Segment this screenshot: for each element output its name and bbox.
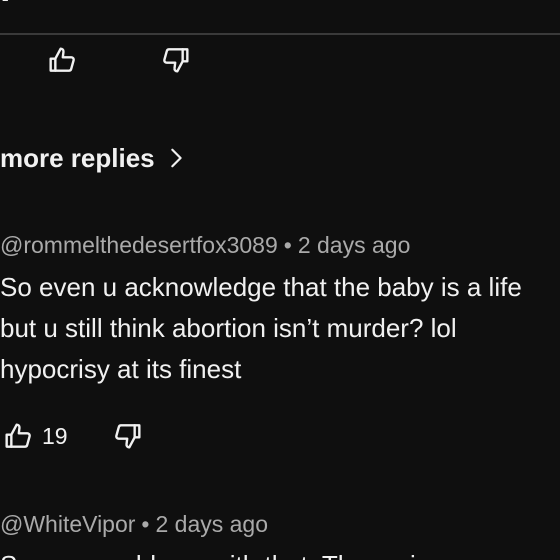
thumbs-up-icon bbox=[49, 47, 75, 72]
dislike-button[interactable] bbox=[110, 418, 146, 454]
more-replies-button[interactable]: more replies bbox=[0, 140, 187, 176]
comment-author[interactable]: @rommelthedesertfox3089 bbox=[0, 232, 278, 259]
comment-actions: 19 bbox=[0, 418, 68, 454]
comment-text: So even u acknowledge that the baby is a… bbox=[0, 267, 560, 390]
dislike-button[interactable] bbox=[158, 42, 194, 78]
comment-time: 2 days ago bbox=[297, 232, 411, 258]
thumbs-down-icon bbox=[115, 424, 141, 449]
comment-text-line: but u still think abortion isn’t murder?… bbox=[0, 313, 457, 343]
comment-text-line: So even u acknowledge that the baby is a… bbox=[0, 272, 522, 302]
like-button[interactable] bbox=[0, 418, 36, 454]
comment-author[interactable]: @WhiteVipor bbox=[0, 511, 135, 538]
comment-text: So you would say with that. The main bbox=[0, 545, 560, 560]
previous-comment-text-fragment: p bbox=[0, 0, 23, 3]
comment-header: @rommelthedesertfox3089 • 2 days ago bbox=[0, 232, 410, 259]
meta-separator: • bbox=[283, 232, 292, 258]
thumbs-down-icon bbox=[163, 48, 189, 73]
meta-separator: • bbox=[141, 511, 150, 537]
comment-time: 2 days ago bbox=[155, 511, 269, 537]
more-replies-label: more replies bbox=[0, 142, 155, 173]
comments-panel: p more replies @rommelthedesertfox3089 •… bbox=[0, 0, 560, 560]
like-button[interactable] bbox=[44, 42, 80, 78]
divider bbox=[0, 33, 560, 35]
comment-header: @WhiteVipor • 2 days ago bbox=[0, 511, 268, 538]
chevron-right-icon bbox=[170, 148, 182, 168]
comment-text-line: So you would say with that. The main bbox=[0, 545, 560, 560]
thumbs-up-icon bbox=[5, 423, 31, 448]
like-count: 19 bbox=[42, 422, 68, 449]
comment-text-line: hypocrisy at its finest bbox=[0, 354, 242, 384]
